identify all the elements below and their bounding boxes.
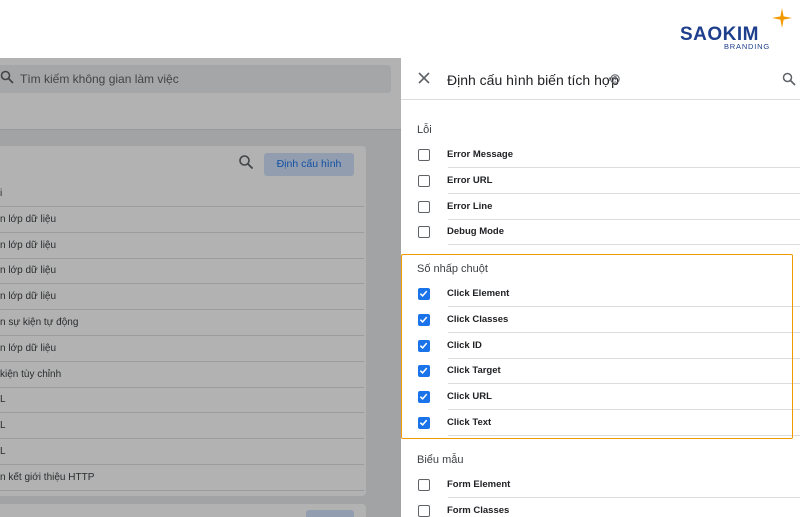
variable-checkbox[interactable] [418, 391, 430, 404]
variable-checkbox[interactable] [418, 339, 430, 352]
variable-label: Error Message [447, 149, 514, 160]
section-title: Biểu mẫu [417, 454, 464, 466]
close-icon[interactable] [417, 71, 431, 85]
variable-label: Error Line [447, 200, 493, 212]
brand-header: SAOKIM BRANDING [0, 0, 800, 58]
variable-checkbox[interactable] [418, 313, 430, 326]
variable-row[interactable]: Form Element [417, 472, 800, 498]
checkmark-icon [419, 368, 428, 375]
variable-row[interactable]: Error URL [417, 168, 800, 194]
help-icon[interactable] [610, 74, 620, 84]
row-divider [448, 435, 800, 436]
sparkle-icon [772, 8, 792, 28]
variable-row[interactable]: Click Classes [417, 307, 800, 333]
variable-checkbox[interactable] [418, 200, 430, 213]
variable-row[interactable]: Error Message [417, 142, 800, 168]
variable-checkbox[interactable] [418, 149, 430, 161]
variable-row[interactable]: Debug Mode [417, 219, 800, 246]
variable-checkbox[interactable] [418, 226, 430, 239]
row-divider [448, 244, 800, 246]
variable-checkbox[interactable] [418, 365, 430, 378]
variable-label: Error URL [447, 174, 493, 186]
variable-row[interactable]: Form Classes [417, 498, 800, 517]
checkmark-icon [419, 290, 428, 297]
variable-row[interactable]: Click URL [417, 384, 800, 411]
variable-checkbox[interactable] [418, 288, 430, 300]
section-title: Số nhấp chuột [417, 263, 488, 275]
variable-label: Click Text [447, 417, 492, 428]
panel-title: Định cấu hình biến tích hợp [447, 72, 619, 88]
variable-label: Click Target [447, 365, 501, 377]
search-icon[interactable] [782, 72, 796, 86]
variable-label: Debug Mode [447, 226, 504, 238]
variable-row[interactable]: Click Target [417, 358, 800, 385]
variable-checkbox[interactable] [418, 174, 430, 187]
variable-label: Click ID [447, 339, 482, 351]
configure-builtin-variables-panel: Định cấu hình biến tích hợp Lỗi Error Mes… [401, 58, 800, 517]
variable-label: Click Element [447, 288, 510, 299]
checkmark-icon [419, 342, 428, 349]
checkmark-icon [419, 393, 428, 401]
brand-logo-tagline: BRANDING [724, 42, 770, 51]
checkmark-icon [419, 316, 428, 323]
variable-row[interactable]: Click Element [417, 281, 800, 307]
modal-overlay[interactable] [0, 58, 401, 517]
variable-row[interactable]: Click ID [417, 333, 800, 359]
panel-header: Định cấu hình biến tích hợp [401, 58, 800, 100]
variable-label: Click Classes [447, 313, 509, 325]
variable-row[interactable]: Click Text [417, 410, 800, 436]
screenshot-stage: SAOKIM BRANDING Tìm kiếm không gian làm … [0, 0, 800, 517]
variable-checkbox[interactable] [418, 479, 430, 491]
variable-label: Form Element [447, 479, 511, 490]
section-title: Lỗi [417, 124, 432, 136]
brand-logo: SAOKIM BRANDING [680, 8, 792, 52]
variable-checkbox[interactable] [418, 504, 430, 517]
variable-checkbox[interactable] [418, 417, 430, 429]
variable-row[interactable]: Error Line [417, 194, 800, 220]
checkmark-icon [419, 419, 428, 426]
variable-label: Click URL [447, 391, 492, 403]
variable-label: Form Classes [447, 504, 510, 516]
